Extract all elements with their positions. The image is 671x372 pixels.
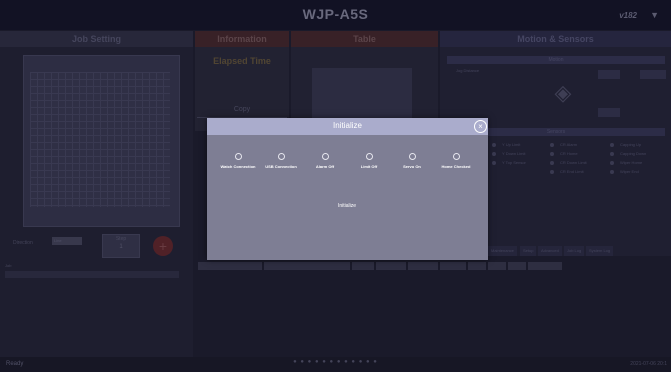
dialog-title: Initialize	[333, 121, 362, 130]
step-label: Home Checked	[441, 164, 471, 169]
step-label: USB Connection	[265, 164, 297, 169]
status-dot-icon	[452, 153, 460, 160]
step-label: Servo On	[403, 164, 421, 169]
close-icon[interactable]: ×	[474, 120, 487, 133]
initialize-button[interactable]: Initialize	[317, 201, 377, 211]
init-step-servo-on: Servo On	[387, 153, 437, 169]
init-step-alarm-off: Alarm Off	[300, 153, 350, 169]
initialize-dialog	[207, 118, 488, 260]
status-dot-icon	[321, 153, 329, 160]
status-dot-icon	[365, 153, 373, 160]
status-dot-icon	[277, 153, 285, 160]
status-dot-icon	[234, 153, 242, 160]
status-dot-icon	[408, 153, 416, 160]
init-step-home-checked: Home Checked	[431, 153, 481, 169]
step-label: Alarm Off	[315, 164, 335, 169]
init-step-usb-connection: USB Connection	[256, 153, 306, 169]
